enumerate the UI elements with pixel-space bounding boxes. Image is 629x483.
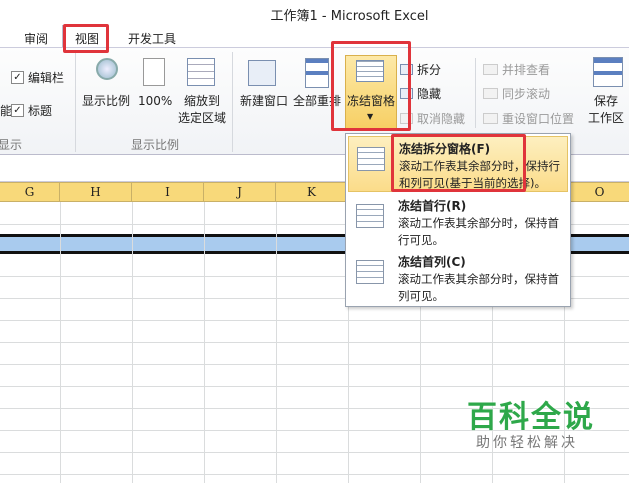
checkbox-checked-icon: ✓: [11, 104, 24, 117]
zoom-100-button[interactable]: 100%: [138, 93, 172, 110]
label: 缩放到: [184, 94, 221, 108]
checkbox-checked-icon: ✓: [11, 71, 24, 84]
column-header[interactable]: O: [564, 183, 629, 202]
menu-item-description: 滚动工作表其余部分时，保持首行可见。: [398, 216, 559, 247]
menu-item-title: 冻结首行(R): [398, 199, 467, 213]
side-by-side-button[interactable]: 并排查看: [483, 61, 550, 78]
freeze-first-column-icon: [356, 260, 384, 284]
menu-item-freeze-top-row[interactable]: 冻结首行(R) 滚动工作表其余部分时，保持首行可见。: [348, 194, 568, 250]
formula-bar-checkbox[interactable]: ✓ 编辑栏: [11, 69, 64, 86]
tab-review[interactable]: 审阅: [24, 30, 48, 47]
column-header[interactable]: I: [132, 183, 204, 202]
column-header[interactable]: J: [204, 183, 276, 202]
new-window-icon: [248, 60, 276, 86]
sync-scroll-icon: [483, 88, 498, 99]
column-header[interactable]: G: [0, 183, 60, 202]
freeze-panes-icon: [357, 147, 385, 171]
arrange-all-icon: [305, 58, 329, 88]
label: 工作区: [588, 111, 625, 125]
reset-window-position-button[interactable]: 重设窗口位置: [483, 110, 574, 127]
label: 选定区域: [178, 111, 227, 125]
page-100-icon: [143, 58, 165, 86]
window-title: 工作簿1 - Microsoft Excel: [270, 9, 429, 24]
watermark-slogan: 助你轻松解决: [476, 435, 578, 451]
magnifier-icon: [96, 58, 118, 80]
column-header[interactable]: K: [276, 183, 348, 202]
sync-scroll-button[interactable]: 同步滚动: [483, 85, 550, 102]
new-window-button[interactable]: 新建窗口: [240, 93, 288, 110]
group-label-zoom: 显示比例: [131, 138, 180, 152]
menu-item-title: 冻结首列(C): [398, 255, 466, 269]
reset-position-icon: [483, 113, 498, 124]
freeze-top-row-icon: [356, 204, 384, 228]
save-workspace-button[interactable]: 保存 工作区: [588, 93, 624, 127]
freeze-panes-highlight: [331, 41, 411, 131]
watermark-logo: 百科全说: [467, 400, 595, 435]
zoom-button[interactable]: 显示比例: [82, 93, 130, 110]
tab-developer[interactable]: 开发工具: [128, 30, 176, 47]
group-label-show: 显示: [0, 138, 23, 152]
zoom-to-selection-button[interactable]: 缩放到 选定区域: [178, 93, 226, 127]
save-workspace-icon: [593, 57, 623, 87]
menu-item-freeze-first-column[interactable]: 冻结首列(C) 滚动工作表其余部分时，保持首列可见。: [348, 250, 568, 306]
zoom-selection-icon: [187, 58, 215, 86]
menu-item-highlight: [391, 134, 526, 192]
headings-checkbox[interactable]: ✓ 标题: [11, 102, 52, 119]
menu-item-description: 滚动工作表其余部分时，保持首列可见。: [398, 272, 559, 303]
tab-view[interactable]: 视图: [75, 30, 99, 47]
label: 保存: [594, 94, 619, 108]
column-header[interactable]: H: [60, 183, 132, 202]
side-by-side-icon: [483, 64, 498, 75]
